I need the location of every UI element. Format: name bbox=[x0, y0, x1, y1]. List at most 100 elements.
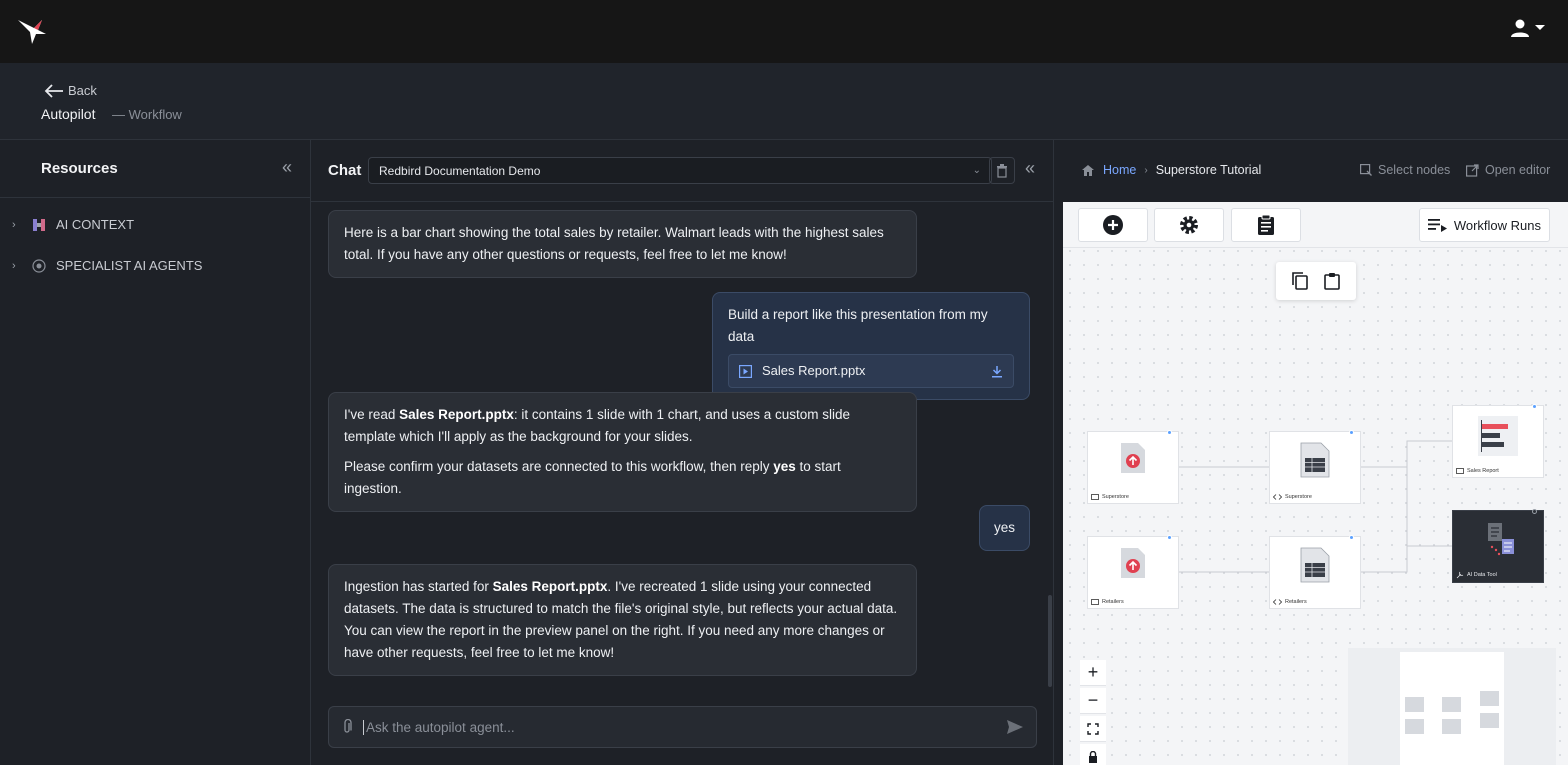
chevron-right-icon: › bbox=[1144, 164, 1148, 176]
minimap-node bbox=[1405, 697, 1424, 712]
agent-icon bbox=[32, 258, 46, 273]
page-header: Back Autopilot — Workflow bbox=[0, 63, 1568, 140]
message-text: Build a report like this presentation fr… bbox=[728, 307, 988, 344]
download-icon[interactable] bbox=[991, 365, 1003, 378]
chevron-down-icon: ⌄ bbox=[972, 165, 981, 176]
chevron-right-icon: › bbox=[12, 218, 16, 231]
workflow-canvas[interactable]: Workflow Runs Superstore Superstore Sale… bbox=[1063, 202, 1568, 765]
ai-context-icon bbox=[33, 218, 45, 231]
upload-file-icon bbox=[1121, 443, 1145, 473]
node-label: Superstore bbox=[1273, 494, 1312, 500]
assistant-message: Ingestion has started for Sales Report.p… bbox=[328, 564, 917, 676]
workflow-node-superstore-upload[interactable]: Superstore bbox=[1087, 430, 1179, 504]
code-icon bbox=[1273, 599, 1282, 605]
resources-title: Resources bbox=[41, 160, 118, 177]
back-label: Back bbox=[68, 83, 97, 98]
minimap-node bbox=[1480, 691, 1499, 706]
zoom-in-button[interactable]: + bbox=[1080, 660, 1106, 686]
input-icon bbox=[1091, 599, 1099, 605]
node-status-dot bbox=[1167, 535, 1172, 540]
message-text: Please confirm your datasets are connect… bbox=[344, 459, 841, 496]
fullscreen-icon bbox=[1087, 722, 1099, 735]
attachment-chip[interactable]: Sales Report.pptx bbox=[728, 354, 1014, 388]
user-menu[interactable] bbox=[1510, 18, 1546, 38]
minimap[interactable] bbox=[1348, 648, 1556, 765]
attachment-name: Sales Report.pptx bbox=[762, 363, 866, 378]
workflow-panel: Home › Superstore Tutorial Select nodes … bbox=[1055, 140, 1568, 765]
assistant-message: Here is a bar chart showing the total sa… bbox=[328, 210, 917, 278]
bar-chart-report-icon bbox=[1478, 416, 1518, 456]
node-label: Sales Report bbox=[1456, 468, 1499, 474]
user-message: Build a report like this presentation fr… bbox=[712, 292, 1030, 400]
breadcrumb-home[interactable]: Home bbox=[1103, 163, 1136, 177]
conversation-select[interactable]: Redbird Documentation Demo ⌄ bbox=[368, 157, 992, 184]
code-icon bbox=[1273, 494, 1282, 500]
zoom-controls: + − bbox=[1080, 660, 1106, 765]
chat-scrollbar[interactable] bbox=[1048, 595, 1052, 687]
workflow-node-ai-data-tool[interactable]: AI Data Tool bbox=[1452, 509, 1544, 583]
breadcrumb: Home › Superstore Tutorial bbox=[1081, 163, 1261, 177]
home-icon[interactable] bbox=[1081, 164, 1095, 177]
select-icon bbox=[1360, 164, 1372, 176]
ai-data-tool-icon bbox=[1488, 523, 1514, 556]
page-subtitle: — Workflow bbox=[112, 107, 182, 122]
send-icon[interactable] bbox=[1006, 719, 1024, 735]
chat-panel: Chat Redbird Documentation Demo ⌄ « Here… bbox=[311, 140, 1054, 765]
node-status-dot bbox=[1349, 430, 1354, 435]
breadcrumb-current: Superstore Tutorial bbox=[1155, 163, 1262, 177]
lock-button[interactable] bbox=[1080, 744, 1106, 765]
delete-conversation-button[interactable] bbox=[989, 157, 1015, 184]
back-link[interactable]: Back bbox=[44, 83, 97, 98]
table-file-icon bbox=[1300, 547, 1330, 583]
assistant-message: I've read Sales Report.pptx: it contains… bbox=[328, 392, 917, 512]
minimap-node bbox=[1442, 697, 1461, 712]
resource-item-ai-context[interactable]: › AI CONTEXT bbox=[12, 217, 134, 232]
presentation-file-icon bbox=[739, 364, 752, 378]
user-message: yes bbox=[979, 505, 1030, 551]
message-text: yes bbox=[993, 520, 1015, 535]
node-label: Retailers bbox=[1091, 599, 1124, 605]
lock-icon bbox=[1089, 750, 1097, 763]
caret-down-icon bbox=[1535, 25, 1545, 30]
arrow-left-icon bbox=[44, 83, 63, 98]
resource-item-specialist-agents[interactable]: › SPECIALIST AI AGENTS bbox=[12, 258, 202, 273]
open-editor-label: Open editor bbox=[1485, 163, 1551, 177]
resources-panel: Resources « › AI CONTEXT › SPECIALIST AI… bbox=[0, 140, 311, 765]
resources-header: Resources « bbox=[0, 140, 310, 198]
fit-view-button[interactable] bbox=[1080, 716, 1106, 742]
upload-file-icon bbox=[1121, 548, 1145, 578]
select-nodes-button[interactable]: Select nodes bbox=[1360, 163, 1450, 177]
table-file-icon bbox=[1300, 442, 1330, 478]
open-editor-button[interactable]: Open editor bbox=[1466, 163, 1550, 177]
tool-icon bbox=[1456, 571, 1464, 579]
collapse-resources-icon[interactable]: « bbox=[282, 157, 292, 178]
workflow-node-sales-report[interactable]: Sales Report bbox=[1452, 404, 1544, 478]
zoom-out-button[interactable]: − bbox=[1080, 688, 1106, 714]
page-title: Autopilot bbox=[41, 106, 96, 122]
node-status-dot bbox=[1532, 509, 1537, 514]
minimap-node bbox=[1405, 719, 1424, 734]
node-status-dot bbox=[1532, 404, 1537, 409]
node-status-dot bbox=[1349, 535, 1354, 540]
chat-header: Chat Redbird Documentation Demo ⌄ « bbox=[311, 140, 1053, 202]
minimap-node bbox=[1480, 713, 1499, 728]
paperclip-icon[interactable] bbox=[341, 719, 353, 735]
workflow-node-superstore-dataset[interactable]: Superstore bbox=[1269, 430, 1361, 504]
resource-item-label: AI CONTEXT bbox=[56, 217, 135, 232]
message-text: Here is a bar chart showing the total sa… bbox=[344, 225, 884, 262]
resource-item-label: SPECIALIST AI AGENTS bbox=[56, 258, 203, 273]
top-bar bbox=[0, 0, 1568, 63]
chat-input-box bbox=[328, 706, 1037, 748]
trash-icon bbox=[997, 163, 1007, 178]
hummingbird-logo-icon[interactable] bbox=[16, 14, 50, 46]
collapse-chat-icon[interactable]: « bbox=[1025, 158, 1035, 179]
conversation-select-value: Redbird Documentation Demo bbox=[379, 163, 541, 178]
message-text: Ingestion has started for Sales Report.p… bbox=[344, 579, 898, 660]
node-label: AI Data Tool bbox=[1456, 571, 1497, 579]
minimap-node bbox=[1442, 719, 1461, 734]
workflow-node-retailers-upload[interactable]: Retailers bbox=[1087, 535, 1179, 609]
message-text: I've read Sales Report.pptx: it contains… bbox=[344, 407, 851, 444]
chat-input[interactable] bbox=[363, 719, 996, 735]
workflow-node-retailers-dataset[interactable]: Retailers bbox=[1269, 535, 1361, 609]
node-label: Retailers bbox=[1273, 599, 1307, 605]
